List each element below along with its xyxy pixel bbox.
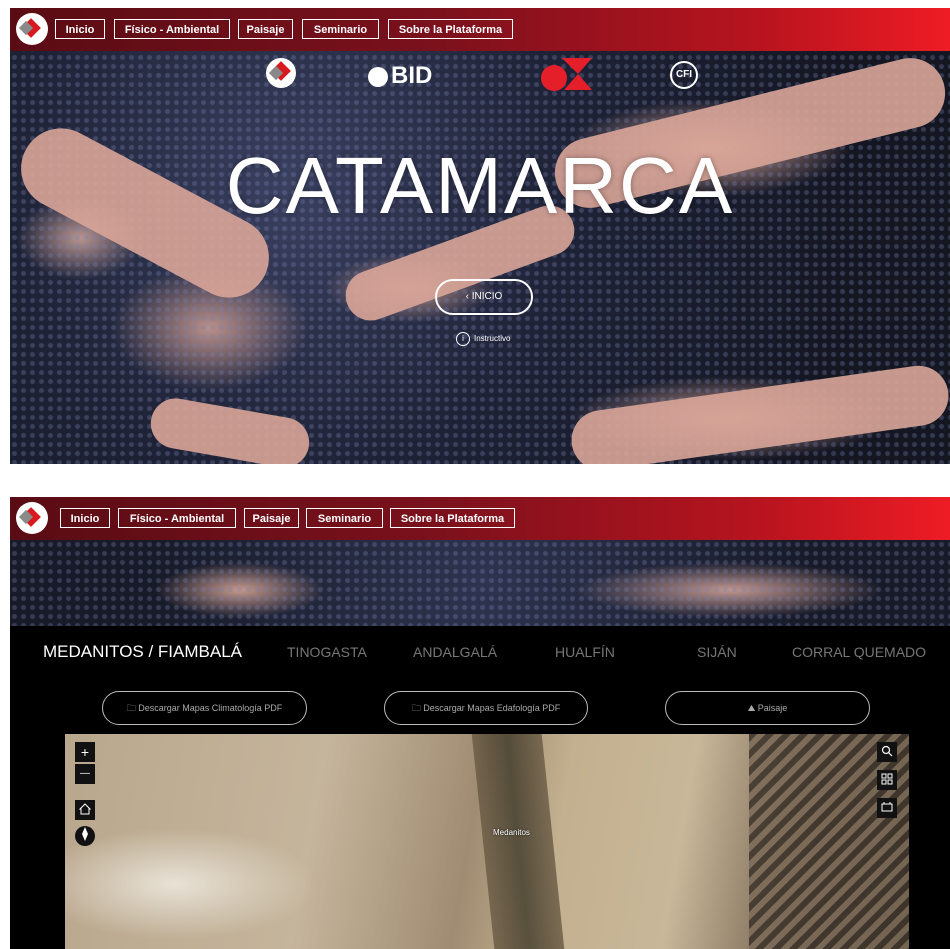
nav-paisaje[interactable]: Paisaje	[238, 19, 293, 39]
tab-andalgala[interactable]: ANDALGALÁ	[413, 644, 497, 660]
satellite-map[interactable]: Medanitos + —	[65, 734, 909, 949]
zoom-out-button[interactable]: —	[75, 764, 95, 784]
top-navbar: Inicio Físico - Ambiental Paisaje Semina…	[10, 497, 950, 540]
region-tabs: MEDANITOS / FIAMBALÁ TINOGASTA ANDALGALÁ…	[10, 626, 950, 682]
home-screenshot: BID CFI CATAMARCA ‹ INICIO i Instructivo …	[10, 8, 950, 464]
bid-logo: BID	[368, 62, 432, 90]
platform-logo-icon[interactable]	[16, 502, 48, 534]
nav-sobre-la-plataforma[interactable]: Sobre la Plataforma	[388, 19, 513, 39]
red-logo-icon	[538, 56, 594, 92]
nav-fisico-ambiental[interactable]: Físico - Ambiental	[114, 19, 230, 39]
nav-seminario[interactable]: Seminario	[302, 19, 379, 39]
tab-tinogasta[interactable]: TINOGASTA	[287, 644, 367, 660]
grapes-texture	[10, 540, 950, 626]
download-edafologia-button[interactable]: 🗀 Descargar Mapas Edafología PDF	[384, 691, 588, 725]
tab-sijan[interactable]: SIJÁN	[697, 644, 737, 660]
folder-icon: 🗀	[411, 703, 424, 713]
home-icon[interactable]	[75, 800, 95, 820]
tab-hualfin[interactable]: HUALFÍN	[555, 644, 615, 660]
nav-sobre-la-plataforma[interactable]: Sobre la Plataforma	[390, 508, 515, 528]
paisaje-button[interactable]: ⛰ Paisaje	[665, 691, 870, 725]
zoom-in-button[interactable]: +	[75, 742, 95, 762]
hero-background: BID CFI CATAMARCA ‹ INICIO i Instructivo	[10, 8, 950, 464]
download-climatologia-button[interactable]: 🗀 Descargar Mapas Climatología PDF	[102, 691, 307, 725]
nav-inicio[interactable]: Inicio	[60, 508, 110, 528]
mountain-feature	[749, 734, 909, 949]
tab-corral-quemado[interactable]: CORRAL QUEMADO	[792, 644, 926, 660]
nav-paisaje[interactable]: Paisaje	[244, 508, 299, 528]
hero-strip	[10, 540, 950, 626]
top-navbar: Inicio Físico - Ambiental Paisaje Semina…	[10, 8, 950, 51]
instructions-link[interactable]: i Instructivo	[456, 332, 510, 346]
platform-logo-icon[interactable]	[16, 13, 48, 45]
basemap-gallery-icon[interactable]	[877, 770, 897, 790]
nav-inicio[interactable]: Inicio	[55, 19, 105, 39]
inicio-button[interactable]: ‹ INICIO	[435, 279, 533, 315]
landscape-icon: ⛰	[747, 703, 758, 713]
action-bar: 🗀 Descargar Mapas Climatología PDF 🗀 Des…	[10, 682, 950, 732]
folder-icon: 🗀	[126, 703, 139, 713]
tab-medanitos-fiambala[interactable]: MEDANITOS / FIAMBALÁ	[43, 642, 242, 662]
nav-seminario[interactable]: Seminario	[306, 508, 383, 528]
info-icon: i	[456, 332, 470, 346]
layer-list-icon[interactable]	[877, 798, 897, 818]
compass-icon[interactable]	[75, 826, 95, 846]
search-icon[interactable]	[877, 742, 897, 762]
region-screenshot: Inicio Físico - Ambiental Paisaje Semina…	[10, 497, 950, 949]
valley-feature	[471, 734, 565, 949]
map-place-label: Medanitos	[493, 828, 530, 837]
platform-logo-icon	[266, 58, 296, 88]
cfi-logo: CFI	[670, 61, 698, 89]
globe-icon	[368, 66, 388, 87]
page-title: CATAMARCA	[225, 141, 735, 230]
nav-fisico-ambiental[interactable]: Físico - Ambiental	[118, 508, 236, 528]
